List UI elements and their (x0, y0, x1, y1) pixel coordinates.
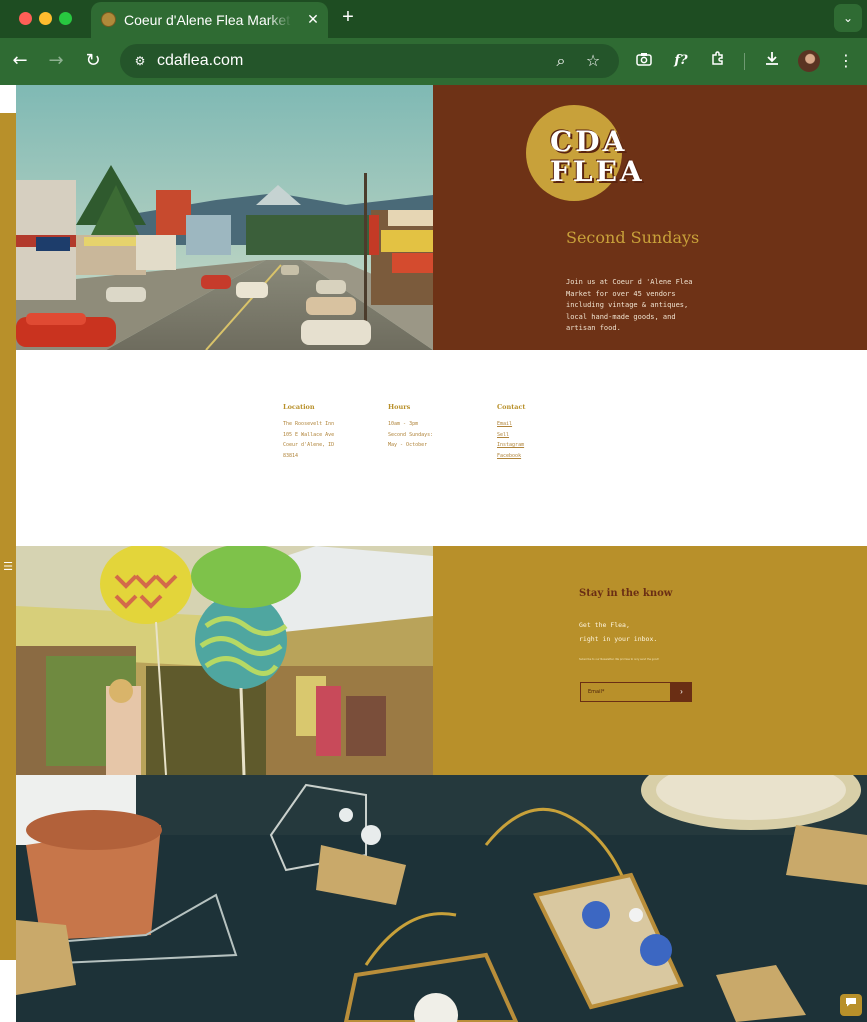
instagram-link[interactable]: Instagram (497, 440, 525, 451)
newsletter-body-line: Get the Flea, (579, 621, 630, 629)
newsletter-body-line: right in your inbox. (579, 635, 658, 643)
hours-heading: Hours (388, 403, 411, 411)
url-text[interactable]: cdaflea.com (157, 50, 243, 72)
hero-title: Second Sundays (566, 228, 700, 247)
menu-icon[interactable]: ⋮ (834, 49, 858, 73)
hero-panel: CDA FLEA Second Sundays Join us at Coeur… (433, 85, 867, 350)
side-menu-rail[interactable]: ☰ (0, 113, 16, 960)
star-icon[interactable]: ☆ (581, 49, 605, 73)
hero-street-photo (16, 85, 433, 350)
back-icon[interactable]: ← (8, 49, 32, 73)
hamburger-menu-icon[interactable]: ☰ (0, 560, 16, 574)
newsletter-body: Get the Flea, right in your inbox. (579, 618, 657, 646)
facebook-link[interactable]: Facebook (497, 451, 525, 462)
close-window-button[interactable] (19, 12, 32, 25)
market-balloons-photo (16, 546, 433, 775)
font-extension-icon[interactable]: f? (669, 49, 693, 73)
contact-heading: Contact (497, 403, 526, 411)
site-info-icon[interactable]: ⚙ (128, 49, 152, 73)
contact-column: Contact Email Sell Instagram Facebook (497, 402, 525, 461)
address-bar[interactable]: ⚙ cdaflea.com ⌕ ☆ (120, 44, 619, 78)
zoom-icon[interactable]: ⌕ (549, 49, 573, 73)
sell-link[interactable]: Sell (497, 430, 525, 441)
location-line: 105 E Wallace Ave (283, 431, 335, 438)
forward-icon[interactable]: → (44, 49, 68, 73)
location-column: Location The Roosevelt Inn 105 E Wallace… (283, 402, 334, 461)
email-field[interactable] (580, 682, 671, 702)
minimize-window-button[interactable] (39, 12, 52, 25)
hours-line: Second Sundays: (388, 431, 434, 438)
location-heading: Location (283, 403, 315, 411)
browser-toolbar: ← → ↻ ⚙ cdaflea.com ⌕ ☆ f? ⋮ (0, 38, 867, 85)
toolbar-divider (744, 53, 745, 70)
tab-title: Coeur d'Alene Flea Market | L (124, 12, 292, 28)
hours-column: Hours 10am - 3pm Second Sundays: May - O… (388, 402, 433, 451)
location-line: The Roosevelt Inn (283, 421, 335, 427)
tab-strip: Coeur d'Alene Flea Market | L ✕ + ⌄ (0, 0, 867, 38)
download-icon[interactable] (760, 49, 784, 73)
camera-icon[interactable] (632, 49, 656, 73)
newsletter-title: Stay in the know (579, 588, 673, 599)
hours-line: May - October (388, 442, 428, 448)
new-tab-button[interactable]: + (337, 6, 359, 28)
location-line: Coeur d'Alene, ID (283, 442, 335, 448)
reload-icon[interactable]: ↻ (81, 49, 105, 73)
hero-description: Join us at Coeur d 'Alene Flea Market fo… (566, 278, 693, 332)
tab-search-button[interactable]: ⌄ (834, 4, 862, 32)
extensions-icon[interactable] (706, 49, 730, 73)
jewelry-table-photo (16, 775, 867, 1022)
active-tab[interactable]: Coeur d'Alene Flea Market | L ✕ (91, 2, 328, 38)
avatar[interactable] (798, 50, 820, 72)
web-page: ☰ CDA FLEA Second Sundays Join us at Coe… (0, 85, 867, 1022)
maximize-window-button[interactable] (59, 12, 72, 25)
chat-button[interactable] (840, 994, 862, 1016)
subscribe-button[interactable]: › (671, 682, 692, 702)
site-logo[interactable]: CDA FLEA (550, 127, 660, 187)
tab-close-icon[interactable]: ✕ (303, 10, 323, 30)
hours-line: 10am - 3pm (388, 421, 419, 427)
newsletter-fine-print: Subscribe to our Newsletter. We promise … (579, 658, 660, 661)
info-section: Location The Roosevelt Inn 105 E Wallace… (16, 350, 867, 546)
favicon-icon (101, 12, 116, 27)
email-link[interactable]: Email (497, 419, 525, 430)
location-line: 83814 (283, 452, 299, 459)
newsletter-panel: Stay in the know Get the Flea, right in … (433, 546, 867, 775)
